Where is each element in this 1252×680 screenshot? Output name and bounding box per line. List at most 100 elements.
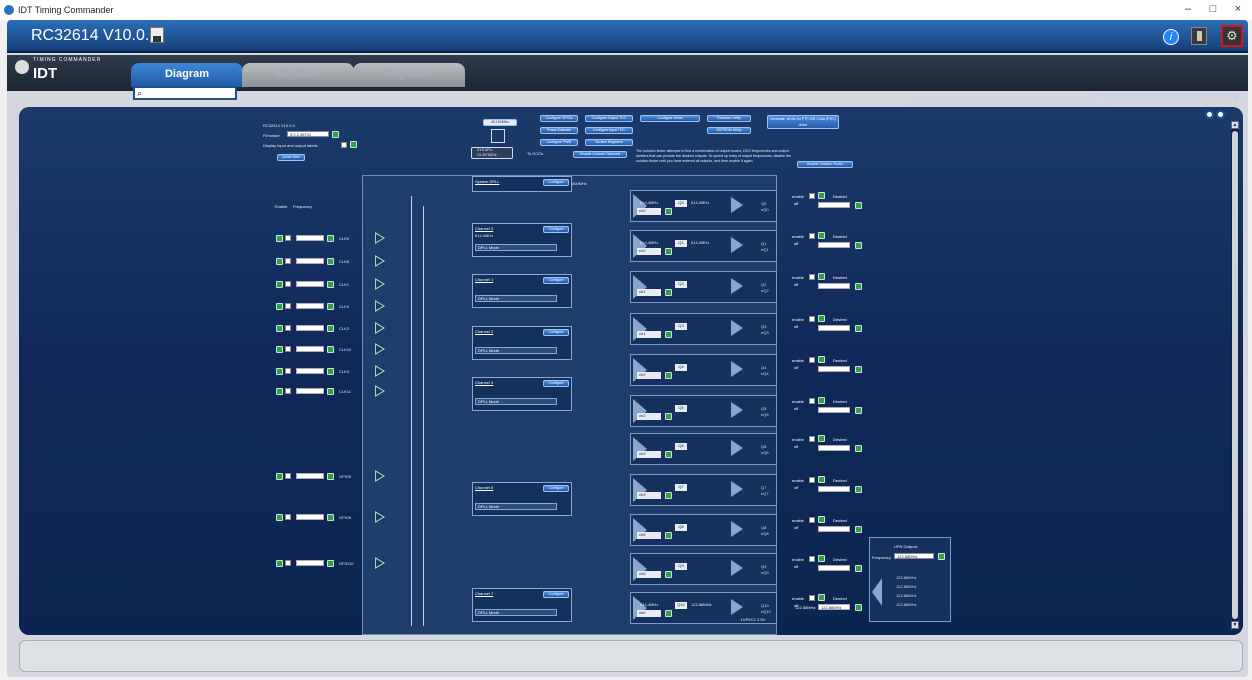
gear-icon[interactable]: ⚙ [1221, 25, 1243, 47]
gpio-enable-toggle[interactable] [276, 514, 283, 521]
output-enable-toggle[interactable] [818, 397, 825, 404]
input-enable-checkbox[interactable] [285, 346, 291, 352]
gpio-frequency-field[interactable] [296, 560, 324, 566]
input-enable-toggle[interactable] [276, 303, 283, 310]
input-enable-toggle[interactable] [276, 235, 283, 242]
output-enable-checkbox[interactable] [809, 274, 815, 280]
output-divider-field[interactable]: Q7 [675, 484, 687, 491]
channel-apply-button[interactable] [665, 372, 672, 379]
output-enable-checkbox[interactable] [809, 595, 815, 601]
output-enable-toggle[interactable] [818, 476, 825, 483]
input-apply-button[interactable] [327, 325, 334, 332]
input-enable-toggle[interactable] [276, 258, 283, 265]
channel-apply-button[interactable] [665, 413, 672, 420]
scroll-down-button[interactable]: ▼ [1231, 621, 1239, 629]
channel-select[interactable]: ch1 [637, 289, 661, 296]
input-frequency-field[interactable] [296, 258, 324, 264]
desired-frequency-field[interactable] [818, 445, 850, 451]
input-enable-checkbox[interactable] [285, 303, 291, 309]
output-divider-field[interactable]: Q0 [675, 200, 687, 207]
input-enable-checkbox[interactable] [285, 235, 291, 241]
phase-estimate-button[interactable]: Phase Estimate [540, 127, 578, 134]
desired-apply-button[interactable] [855, 407, 862, 414]
output-enable-toggle[interactable] [818, 555, 825, 562]
channel-mode-select[interactable]: DPLL Mode [475, 347, 557, 354]
desired-apply-button[interactable] [855, 486, 862, 493]
output-enable-toggle[interactable] [818, 232, 825, 239]
gpio-enable-checkbox[interactable] [285, 560, 291, 566]
tab-diagram[interactable]: Diagram [131, 63, 243, 87]
tab-registers[interactable]: Registers [353, 63, 465, 87]
gpio-enable-checkbox[interactable] [285, 514, 291, 520]
diagram-canvas[interactable]: ▲ ▼ RC32614 V10.0.0 Firmware 5.2.2.46741… [19, 107, 1243, 635]
output-divider-field[interactable]: Q2 [675, 281, 687, 288]
input-frequency-field[interactable] [296, 235, 324, 241]
output-divider-field[interactable]: Q6 [675, 443, 687, 450]
input-enable-toggle[interactable] [276, 388, 283, 395]
desired-apply-button[interactable] [855, 242, 862, 249]
output-enable-toggle[interactable] [818, 516, 825, 523]
channel-apply-button[interactable] [665, 532, 672, 539]
gpio-frequency-field[interactable] [296, 473, 324, 479]
output-enable-toggle[interactable] [818, 192, 825, 199]
gpio-frequency-field[interactable] [296, 514, 324, 520]
output-enable-toggle[interactable] [818, 273, 825, 280]
desired-frequency-field[interactable]: 122.88MHz [818, 604, 850, 610]
desired-frequency-field[interactable] [818, 283, 850, 289]
configure-button[interactable]: Configure [543, 485, 569, 492]
desired-frequency-field[interactable] [818, 565, 850, 571]
channel-select[interactable]: ch0 [637, 248, 661, 255]
channel-mode-select[interactable]: DPLL Mode [475, 244, 557, 251]
output-divider-field[interactable]: Q4 [675, 364, 687, 371]
channel-select[interactable]: ch2 [637, 413, 661, 420]
output-divider-field[interactable]: Q3 [675, 323, 687, 330]
input-enable-checkbox[interactable] [285, 258, 291, 264]
input-enable-checkbox[interactable] [285, 281, 291, 287]
desired-apply-button[interactable] [855, 604, 862, 611]
desired-apply-button[interactable] [855, 202, 862, 209]
desired-apply-button[interactable] [855, 526, 862, 533]
channel-apply-button[interactable] [665, 289, 672, 296]
output-divider-field[interactable]: Q5 [675, 405, 687, 412]
output-enable-checkbox[interactable] [809, 193, 815, 199]
input-enable-checkbox[interactable] [285, 388, 291, 394]
channel-apply-button[interactable] [665, 208, 672, 215]
disable-unused-channels-button[interactable]: Disable Unused Channels [573, 151, 627, 158]
output-enable-toggle[interactable] [818, 594, 825, 601]
channel-mode-select[interactable]: DPLL Mode [475, 609, 557, 616]
generate-ptp-driver-button[interactable]: Generate .txt file for PTP /AR Clock (PH… [767, 115, 839, 129]
configure-button[interactable]: Configure [543, 329, 569, 336]
output-divider-field[interactable]: Q10 [675, 602, 687, 609]
channel-apply-button[interactable] [665, 451, 672, 458]
quick-view-button[interactable]: Quick View [277, 154, 305, 161]
input-enable-checkbox[interactable] [285, 368, 291, 374]
gpio-apply-button[interactable] [327, 514, 334, 521]
input-apply-button[interactable] [327, 368, 334, 375]
input-frequency-field[interactable] [296, 281, 324, 287]
output-enable-toggle[interactable] [818, 356, 825, 363]
channel-select[interactable]: ch2 [637, 372, 661, 379]
configure-pwm-button[interactable]: Configure PWM [540, 139, 578, 146]
disable-solution-finder-button[interactable]: Disable Solution Finder [797, 161, 853, 168]
input-apply-button[interactable] [327, 303, 334, 310]
zoom-out-icon[interactable] [1216, 110, 1225, 119]
configure-serial-button[interactable]: Configure Serial [640, 115, 700, 122]
close-button[interactable]: × [1228, 3, 1248, 15]
output-enable-checkbox[interactable] [809, 436, 815, 442]
xo-frequency[interactable]: 49.152MHz [483, 119, 517, 126]
configure-button[interactable]: Configure [543, 179, 569, 186]
configure-output-tdc-button[interactable]: Configure Output TDC [585, 115, 633, 122]
input-enable-toggle[interactable] [276, 346, 283, 353]
input-apply-button[interactable] [327, 346, 334, 353]
channel-apply-button[interactable] [665, 610, 672, 617]
desired-frequency-field[interactable] [818, 202, 850, 208]
desired-frequency-field[interactable] [818, 366, 850, 372]
upn-apply-button[interactable] [938, 553, 945, 560]
desired-frequency-field[interactable] [818, 242, 850, 248]
search-field[interactable]: ⌕ [133, 86, 237, 100]
channel-mode-select[interactable]: DPLL Mode [475, 295, 557, 302]
channel-mode-select[interactable]: DPLL Mode [475, 503, 557, 510]
gpio-enable-checkbox[interactable] [285, 473, 291, 479]
input-enable-toggle[interactable] [276, 281, 283, 288]
output-divider-field[interactable]: Q1 [675, 240, 687, 247]
